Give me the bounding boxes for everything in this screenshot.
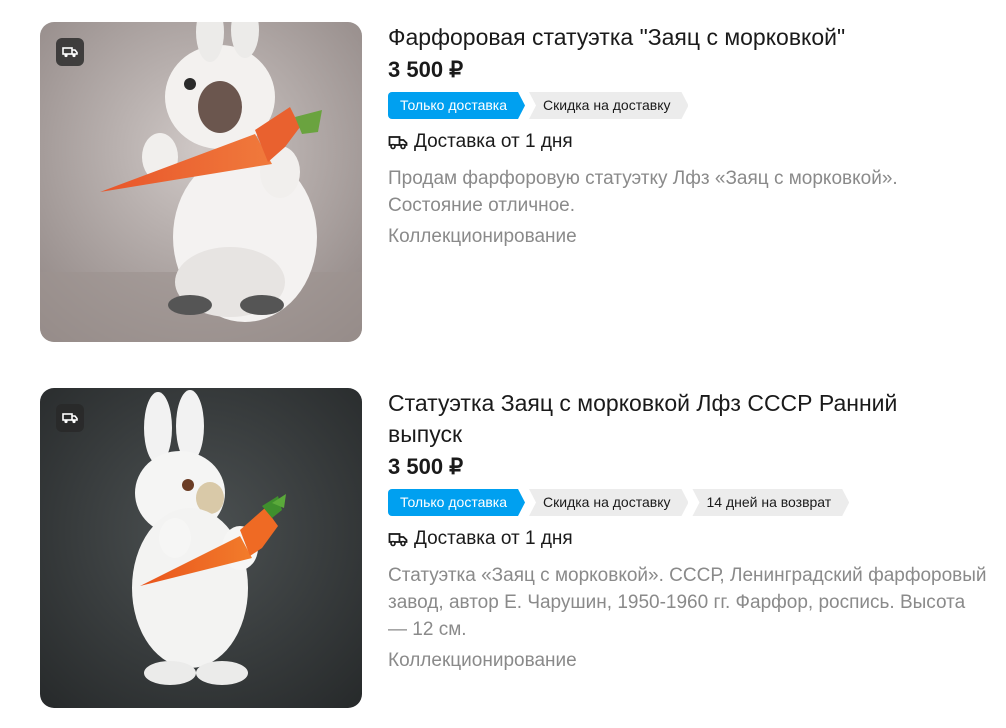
listing-description: Статуэтка «Заяц с морковкой». СССР, Лени… (388, 565, 987, 640)
badge-return-period: 14 дней на возврат (692, 489, 849, 516)
listing-price: 3 500 ₽ (388, 454, 464, 479)
truck-icon (388, 134, 408, 150)
badge-delivery-only: Только доставка (388, 92, 525, 119)
delivery-info: Доставка от 1 дня (388, 526, 988, 552)
listing-price: 3 500 ₽ (388, 57, 464, 82)
delivery-text: Доставка от 1 дня (414, 131, 573, 152)
badge-row: Только доставка Скидка на доставку 14 дн… (388, 489, 988, 516)
delivery-info: Доставка от 1 дня (388, 129, 988, 155)
badge-delivery-only: Только доставка (388, 489, 525, 516)
delivery-badge-icon (56, 38, 84, 66)
listing-card[interactable]: Статуэтка Заяц с морковкой Лфз СССР Ранн… (0, 388, 1006, 710)
delivery-badge-icon (56, 404, 84, 432)
listing-info: Статуэтка Заяц с морковкой Лфз СССР Ранн… (388, 388, 988, 674)
listing-card[interactable]: Фарфоровая статуэтка "Заяц с морковкой" … (0, 22, 1006, 344)
listing-description: Продам фарфоровую статуэтку Лфз «Заяц с … (388, 168, 898, 216)
listing-title[interactable]: Фарфоровая статуэтка "Заяц с морковкой" (388, 22, 988, 53)
badge-row: Только доставка Скидка на доставку (388, 92, 988, 119)
badge-delivery-discount: Скидка на доставку (529, 489, 688, 516)
listing-category: Коллекционирование (388, 650, 577, 671)
listing-category: Коллекционирование (388, 226, 577, 247)
truck-icon (388, 531, 408, 547)
listing-info: Фарфоровая статуэтка "Заяц с морковкой" … (388, 22, 988, 250)
listing-photo[interactable] (40, 388, 362, 708)
listing-title[interactable]: Статуэтка Заяц с морковкой Лфз СССР Ранн… (388, 388, 958, 450)
delivery-text: Доставка от 1 дня (414, 528, 573, 549)
badge-delivery-discount: Скидка на доставку (529, 92, 688, 119)
listing-photo[interactable] (40, 22, 362, 342)
